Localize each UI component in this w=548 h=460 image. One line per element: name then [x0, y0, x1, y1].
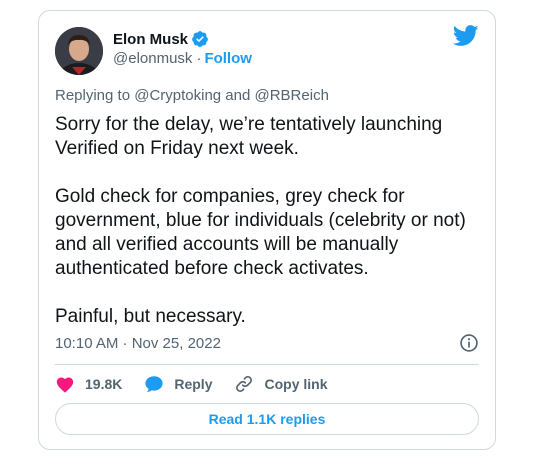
tweet-actions: 19.8K Reply Copy link — [55, 373, 350, 395]
reply-bubble-icon — [145, 376, 163, 393]
twitter-bird-icon[interactable] — [453, 25, 479, 47]
avatar[interactable] — [55, 27, 103, 75]
divider — [55, 364, 479, 365]
tweet-text: Sorry for the delay, we’re tentatively l… — [55, 113, 485, 329]
reply-button[interactable]: Reply — [144, 375, 212, 393]
like-count: 19.8K — [85, 376, 123, 392]
tweet-paragraph: Gold check for companies, grey check for… — [55, 186, 466, 279]
handle-separator: · — [196, 50, 202, 67]
follow-button[interactable]: Follow — [204, 50, 252, 67]
reply-label: Reply — [174, 376, 213, 392]
author-handle[interactable]: @elonmusk — [113, 50, 192, 67]
replying-to: Replying to @Cryptoking and @RBReich — [55, 87, 329, 104]
copy-link-button[interactable]: Copy link — [234, 374, 328, 394]
read-replies-button[interactable]: Read 1.1K replies — [55, 403, 479, 435]
tweet-paragraph: Painful, but necessary. — [55, 306, 246, 327]
verified-badge-icon — [192, 31, 208, 47]
tweet-card: Elon Musk @elonmusk · Follow Replying to… — [38, 10, 496, 450]
tweet-timestamp[interactable]: 10:10 AM · Nov 25, 2022 — [55, 335, 221, 352]
like-button[interactable]: 19.8K — [55, 375, 122, 393]
author-display-name[interactable]: Elon Musk — [113, 31, 188, 48]
avatar-image — [55, 27, 103, 75]
heart-icon — [56, 377, 74, 393]
author-handle-row: @elonmusk · Follow — [113, 50, 252, 67]
info-icon[interactable] — [459, 333, 479, 353]
copy-link-label: Copy link — [264, 376, 328, 392]
author-name-row: Elon Musk — [113, 30, 209, 48]
tweet-paragraph: Sorry for the delay, we’re tentatively l… — [55, 114, 443, 159]
link-icon — [236, 376, 253, 392]
